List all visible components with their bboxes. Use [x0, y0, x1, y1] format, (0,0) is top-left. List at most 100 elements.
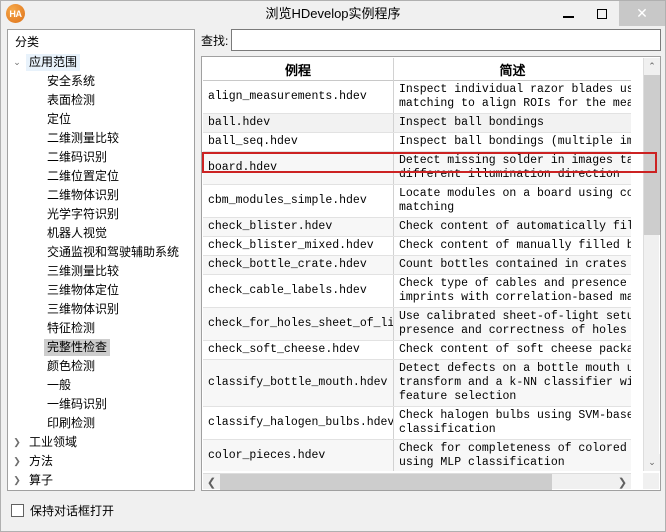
cell-example-name: board.hdev [203, 152, 394, 184]
table-row[interactable]: check_blister.hdev Check content of autom… [203, 218, 631, 237]
table-row[interactable]: cbm_modules_simple.hdev Locate modules on… [203, 185, 631, 218]
table-row[interactable]: check_blister_mixed.hdev Check content of… [203, 237, 631, 256]
cell-description: Check content of manually filled blister… [399, 239, 631, 252]
tree-node-root[interactable]: ⌄ 应用范围 [8, 53, 194, 72]
table-row[interactable]: check_soft_cheese.hdev Check content of s… [203, 341, 631, 360]
tree-node-child[interactable]: 机器人视觉 [8, 224, 194, 243]
halcon-logo-icon: HA [6, 4, 25, 23]
tree-node-child[interactable]: 一般 [8, 376, 194, 395]
tree-node-child[interactable]: 二维码识别 [8, 148, 194, 167]
scroll-up-icon[interactable]: ⌃ [644, 58, 660, 75]
search-input[interactable] [231, 29, 661, 51]
tree-node-child[interactable]: 二维位置定位 [8, 167, 194, 186]
table-row[interactable]: check_cable_labels.hdev Check type of cab… [203, 275, 631, 308]
cell-example-name: classify_halogen_bulbs.hdev [203, 407, 394, 439]
cell-description: Detect defects on a bottle mouth using p… [399, 362, 631, 403]
title-bar: HA 浏览HDevelop实例程序 ✕ [1, 1, 665, 26]
cell-description: Check halogen bulbs using SVM-based clas… [399, 409, 631, 436]
tree-node-child[interactable]: 印刷检测 [8, 414, 194, 433]
cell-example-name: check_blister.hdev [203, 218, 394, 236]
table-row[interactable]: ball_seq.hdev Inspect ball bondings (mult… [203, 133, 631, 152]
vertical-scroll-thumb[interactable] [644, 75, 660, 235]
tree-node-child[interactable]: 特征检测 [8, 319, 194, 338]
cell-example-name: check_cable_labels.hdev [203, 275, 394, 307]
tree-node-label: 一维码识别 [47, 397, 108, 411]
tree-node-child[interactable]: 二维测量比较 [8, 129, 194, 148]
scroll-down-icon[interactable]: ⌄ [644, 454, 660, 471]
search-row: 查找: [201, 29, 661, 51]
horizontal-scrollbar[interactable]: ❮ ❯ [203, 473, 631, 490]
cell-description: Check type of cables and presence of req… [399, 277, 631, 304]
tree-node-top[interactable]: ❯ 方法 [8, 452, 194, 471]
search-label: 查找: [201, 33, 229, 48]
chevron-right-icon[interactable]: ❯ [8, 437, 26, 448]
tree-node-label: 算子 [29, 473, 54, 487]
maximize-icon [597, 8, 607, 19]
examples-table: 例程 简述 align_measurements.hdev Inspect ind… [203, 58, 631, 471]
tree-node-label: 颜色检测 [47, 359, 96, 373]
tree-node-child[interactable]: 定位 [8, 110, 194, 129]
tree-node-child[interactable]: 完整性检查 [8, 338, 194, 357]
tree-node-top[interactable]: ❯ 工业领域 [8, 433, 194, 452]
scroll-right-icon[interactable]: ❯ [614, 474, 631, 490]
column-header-description[interactable]: 简述 [394, 58, 631, 81]
table-row[interactable]: check_for_holes_sheet_of_lig⋯ Use calibra… [203, 308, 631, 341]
cell-example-name: classify_bottle_mouth.hdev [203, 360, 394, 406]
close-button[interactable]: ✕ [619, 1, 665, 26]
maximize-button[interactable] [585, 1, 619, 26]
tree-node-child[interactable]: 三维测量比较 [8, 262, 194, 281]
cell-description: Check content of soft cheese packages [399, 343, 631, 356]
cell-example-name: ball.hdev [203, 114, 394, 132]
cell-description: Use calibrated sheet-of-light setup to v… [399, 310, 631, 337]
tree-node-label: 二维物体识别 [47, 188, 120, 202]
cell-example-name: ball_seq.hdev [203, 133, 394, 151]
chevron-down-icon[interactable]: ⌄ [8, 57, 26, 68]
table-row[interactable]: align_measurements.hdev Inspect individua… [203, 81, 631, 114]
chevron-right-icon[interactable]: ❯ [8, 456, 26, 467]
tree-node-child[interactable]: 表面检测 [8, 91, 194, 110]
tree-node-label: 工业领域 [29, 435, 78, 449]
tree-node-label: 三维物体识别 [47, 302, 120, 316]
tree-node-child[interactable]: 颜色检测 [8, 357, 194, 376]
table-row[interactable]: classify_bottle_mouth.hdev Detect defects… [203, 360, 631, 407]
checkbox-icon[interactable] [11, 504, 24, 517]
table-row[interactable]: color_pieces.hdev Check for completeness … [203, 440, 631, 471]
tree-node-child[interactable]: 交通监视和驾驶辅助系统 [8, 243, 194, 262]
tree-node-top[interactable]: ❯ 算子 [8, 471, 194, 490]
tree-node-child[interactable]: 一维码识别 [8, 395, 194, 414]
cell-example-name: align_measurements.hdev [203, 81, 394, 113]
cell-example-name: cbm_modules_simple.hdev [203, 185, 394, 217]
tree-node-label: 二维位置定位 [47, 169, 120, 183]
minimize-button[interactable] [551, 1, 585, 26]
tree-node-label: 完整性检查 [44, 339, 111, 356]
keep-dialog-open-label: 保持对话框打开 [30, 504, 115, 518]
table-row[interactable]: classify_halogen_bulbs.hdev Check halogen… [203, 407, 631, 440]
table-row[interactable]: check_bottle_crate.hdev Count bottles con… [203, 256, 631, 275]
vertical-scrollbar[interactable]: ⌃ ⌄ [643, 58, 660, 471]
table-row[interactable]: board.hdev Detect missing solder in image… [203, 152, 631, 185]
tree-node-child[interactable]: 三维物体识别 [8, 300, 194, 319]
tree-body: ⌄ 应用范围 安全系统表面检测定位 二维测量比较二维码识别二维位置定位 二维物体识别光学… [8, 53, 194, 490]
category-tree-panel[interactable]: 分类 ⌄ 应用范围 安全系统 表面检测 定位 二维测量比较 二维码识别 二维位置定位 二维物体识… [7, 29, 195, 491]
cell-example-name: check_blister_mixed.hdev [203, 237, 394, 255]
cell-description: Check content of automatically filled bl… [399, 220, 631, 233]
cell-description: Detect missing solder in images taken wi… [399, 154, 631, 181]
chevron-right-icon[interactable]: ❯ [8, 475, 26, 486]
keep-dialog-open-checkbox[interactable]: 保持对话框打开 [11, 502, 114, 519]
tree-node-child[interactable]: 光学字符识别 [8, 205, 194, 224]
tree-node-child[interactable]: 三维物体定位 [8, 281, 194, 300]
tree-node-child[interactable]: 二维物体识别 [8, 186, 194, 205]
cell-description: Check for completeness of colored game p… [399, 442, 627, 469]
tree-node-label: 表面检测 [47, 93, 96, 107]
table-header-row: 例程 简述 [203, 58, 631, 81]
tree-node-child[interactable]: 安全系统 [8, 72, 194, 91]
scroll-left-icon[interactable]: ❮ [203, 474, 220, 490]
table-row[interactable]: ball.hdev Inspect ball bondings [203, 114, 631, 133]
column-header-name[interactable]: 例程 [203, 58, 394, 81]
cell-example-name: color_pieces.hdev [203, 440, 394, 471]
window-controls: ✕ [551, 1, 665, 26]
minimize-icon [562, 15, 574, 18]
tree-node-label: 二维码识别 [47, 150, 108, 164]
cell-description: Locate modules on a board using componen… [399, 187, 631, 214]
horizontal-scroll-thumb[interactable] [220, 474, 552, 490]
